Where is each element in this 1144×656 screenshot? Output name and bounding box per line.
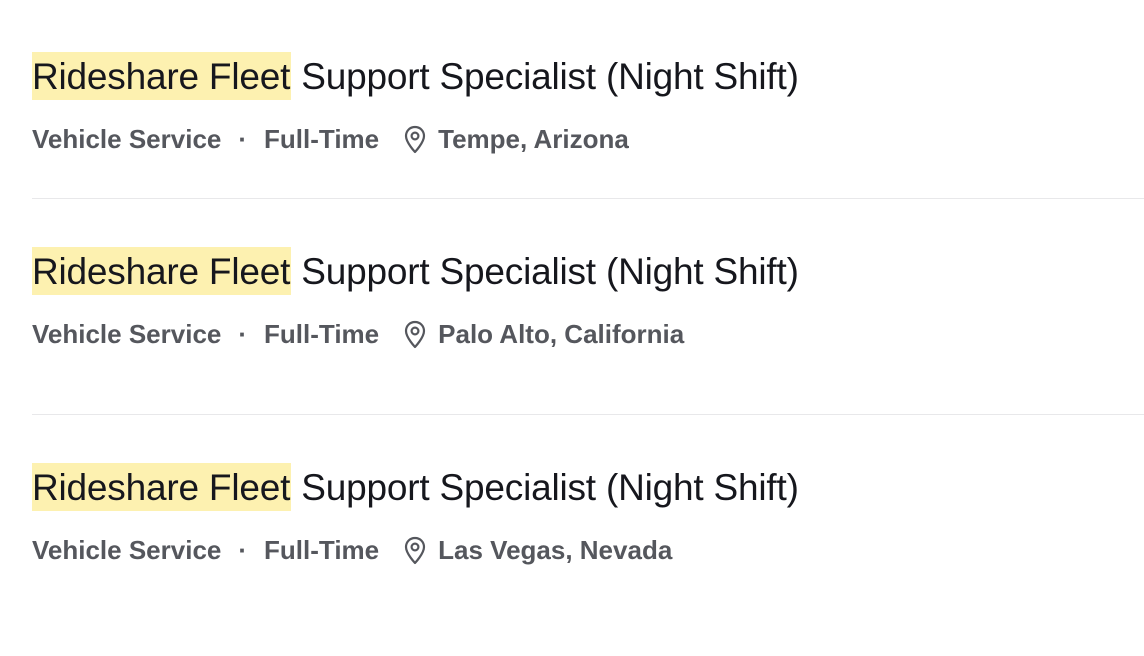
- job-department: Vehicle Service: [32, 535, 222, 565]
- search-match-highlight: Rideshare Fleet: [32, 463, 292, 511]
- map-pin-icon: [405, 125, 426, 154]
- meta-separator: ·: [238, 319, 248, 349]
- map-pin-icon: [405, 320, 426, 349]
- job-title-link[interactable]: Rideshare Fleet Support Specialist (Nigh…: [32, 463, 799, 513]
- job-title-rest: Support Specialist (Night Shift): [291, 56, 799, 97]
- search-match-highlight: Rideshare Fleet: [32, 52, 292, 100]
- job-meta: Vehicle Service · Full-Time Palo Alto, C…: [32, 317, 684, 351]
- job-listing[interactable]: Rideshare Fleet Support Specialist (Nigh…: [32, 52, 1144, 192]
- job-department: Vehicle Service: [32, 319, 222, 349]
- meta-separator: ·: [238, 124, 248, 154]
- job-location: Palo Alto, California: [438, 319, 685, 349]
- job-title-link[interactable]: Rideshare Fleet Support Specialist (Nigh…: [32, 52, 799, 102]
- job-meta: Vehicle Service · Full-Time Tempe, Arizo…: [32, 122, 629, 156]
- job-department: Vehicle Service: [32, 124, 222, 154]
- divider: [32, 414, 1144, 415]
- search-match-highlight: Rideshare Fleet: [32, 247, 292, 295]
- job-title-rest: Support Specialist (Night Shift): [291, 251, 799, 292]
- job-listing[interactable]: Rideshare Fleet Support Specialist (Nigh…: [32, 463, 1144, 603]
- job-employment-type: Full-Time: [264, 124, 380, 154]
- meta-separator: ·: [238, 535, 248, 565]
- job-location: Tempe, Arizona: [438, 124, 629, 154]
- job-employment-type: Full-Time: [264, 319, 380, 349]
- job-location: Las Vegas, Nevada: [438, 535, 673, 565]
- job-employment-type: Full-Time: [264, 535, 380, 565]
- job-title-rest: Support Specialist (Night Shift): [291, 467, 799, 508]
- job-listing[interactable]: Rideshare Fleet Support Specialist (Nigh…: [32, 247, 1144, 387]
- job-meta: Vehicle Service · Full-Time Las Vegas, N…: [32, 533, 672, 567]
- map-pin-icon: [405, 536, 426, 565]
- divider: [32, 198, 1144, 199]
- job-title-link[interactable]: Rideshare Fleet Support Specialist (Nigh…: [32, 247, 799, 297]
